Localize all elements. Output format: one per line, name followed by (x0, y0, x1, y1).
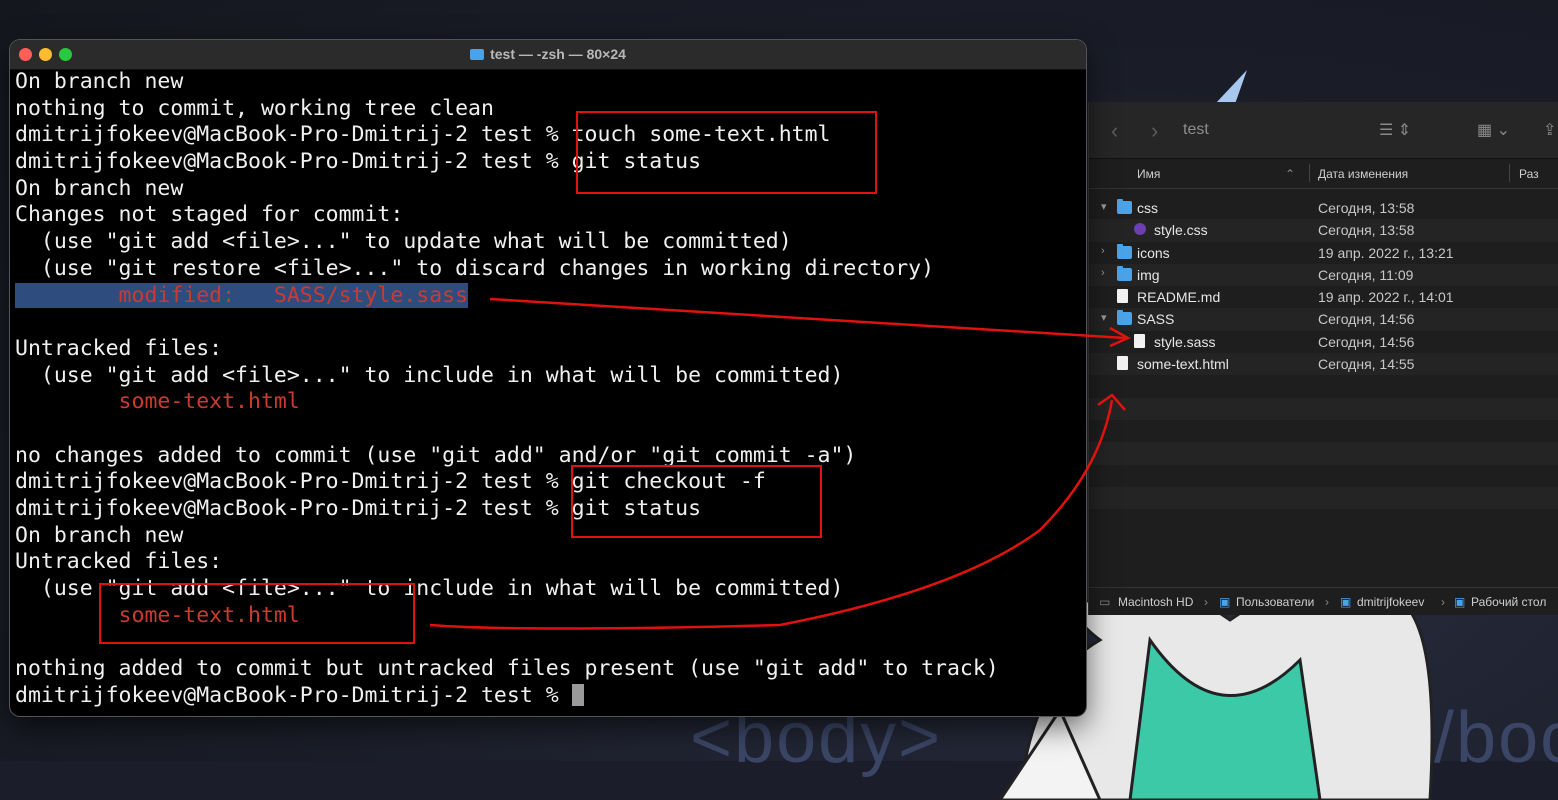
annotation-arrows (429, 297, 1131, 630)
